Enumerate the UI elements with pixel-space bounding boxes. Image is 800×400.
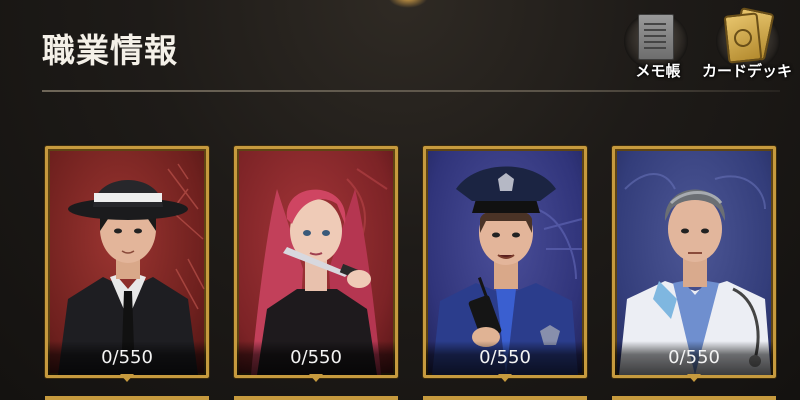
card-tab-assassin: [309, 374, 323, 382]
card-tab-police: [498, 374, 512, 382]
top-light-glow: [388, 0, 428, 8]
job-card-police[interactable]: 0/550: [423, 146, 587, 378]
card-deck-button[interactable]: カードデッキ: [702, 6, 800, 88]
memo-button[interactable]: メモ帳: [612, 8, 704, 88]
memo-label: メモ帳: [635, 62, 681, 80]
card-tab-mafia: [120, 374, 134, 382]
job-card-doctor[interactable]: 0/550: [612, 146, 776, 378]
job-card-assassin[interactable]: 0/550: [234, 146, 398, 378]
card-deck-label: カードデッキ: [702, 62, 793, 80]
card-deck-icon: [723, 6, 775, 64]
collection-counter: 0/550: [615, 341, 773, 375]
page-title: 職業情報: [42, 31, 178, 70]
collection-counter: 0/550: [237, 341, 395, 375]
notepad-icon: [638, 14, 674, 60]
job-card-mafia[interactable]: 0/550: [45, 146, 209, 378]
collection-counter: 0/550: [48, 341, 206, 375]
next-row-card-edge: [612, 396, 776, 400]
card-tab-doctor: [687, 374, 701, 382]
next-row-card-edge: [423, 396, 587, 400]
next-row-card-edge: [234, 396, 398, 400]
collection-counter: 0/550: [426, 341, 584, 375]
next-row-card-edge: [45, 396, 209, 400]
header-divider: [42, 90, 780, 92]
